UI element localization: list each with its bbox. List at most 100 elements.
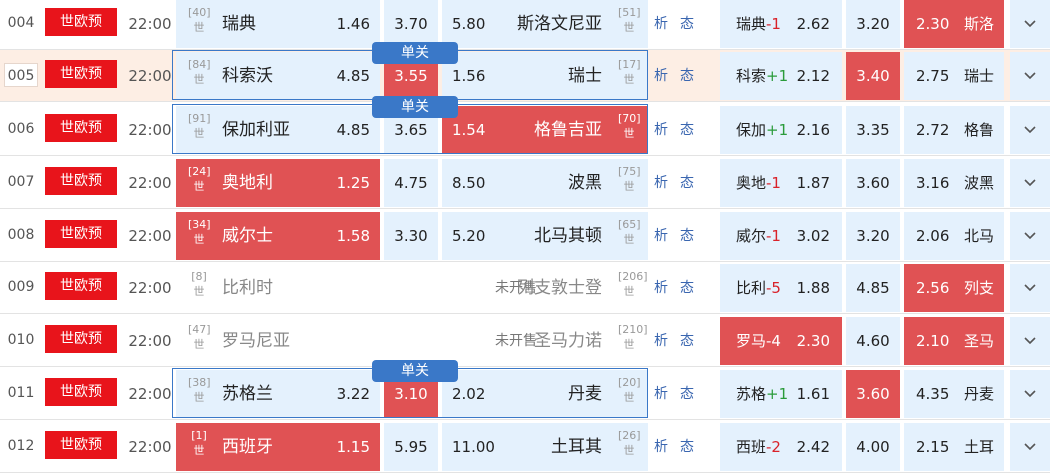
expand-more-button[interactable] [1010, 423, 1050, 471]
chevron-down-icon [1024, 179, 1036, 187]
handicap-away-cell[interactable]: 2.10 圣马 [904, 317, 1004, 365]
away-odds-cell[interactable]: 5.80 斯洛文尼亚 [51] 世 [442, 0, 648, 48]
away-rank: [206] 世 [618, 270, 648, 298]
handicap-draw-cell[interactable]: 3.60 [846, 370, 900, 418]
handicap-draw-cell[interactable]: 4.60 [846, 317, 900, 365]
league-badge[interactable]: 世欧预 [45, 167, 117, 195]
analysis-link[interactable]: 析 [654, 439, 668, 455]
handicap-away-cell[interactable]: 2.72 格鲁 [904, 106, 1004, 154]
match-number: 004 [7, 15, 35, 31]
handicap-away-cell[interactable]: 2.30 斯洛 [904, 0, 1004, 48]
status-link[interactable]: 态 [680, 228, 694, 244]
league-badge[interactable]: 世欧预 [45, 272, 117, 300]
analysis-link[interactable]: 析 [654, 280, 668, 296]
home-win-odds: 1.25 [336, 174, 370, 192]
analysis-link[interactable]: 析 [654, 68, 668, 84]
home-odds-cell[interactable]: [84] 世 科索沃 4.85 [176, 52, 380, 100]
home-odds-cell[interactable]: [40] 世 瑞典 1.46 [176, 0, 380, 48]
away-odds-cell[interactable]: 5.20 北马其顿 [65] 世 [442, 212, 648, 260]
analysis-link[interactable]: 析 [654, 386, 668, 402]
handicap-draw-cell[interactable]: 3.60 [846, 159, 900, 207]
analysis-link[interactable]: 析 [654, 228, 668, 244]
handicap-home-cell[interactable]: 保加+1 2.16 [720, 106, 842, 154]
away-odds-cell[interactable]: 8.50 波黑 [75] 世 [442, 159, 648, 207]
handicap-draw-cell[interactable]: 3.20 [846, 212, 900, 260]
handicap-draw-cell[interactable]: 3.40 [846, 52, 900, 100]
status-link[interactable]: 态 [680, 386, 694, 402]
expand-more-button[interactable] [1010, 317, 1050, 365]
league-badge[interactable]: 世欧预 [45, 114, 117, 142]
away-odds-cell[interactable]: 1.54 格鲁吉亚 [70] 世 [442, 106, 648, 154]
handicap-away-cell[interactable]: 2.15 土耳 [904, 423, 1004, 471]
status-link[interactable]: 态 [680, 439, 694, 455]
league-badge[interactable]: 世欧预 [45, 220, 117, 248]
handicap-home-cell[interactable]: 瑞典-1 2.62 [720, 0, 842, 48]
match-row: 007 世欧预 22:00 [24] 世 奥地利 1.25 4.75 8.50 … [0, 157, 1050, 209]
match-number: 007 [7, 174, 35, 190]
league-badge[interactable]: 世欧预 [45, 60, 117, 88]
home-team-name: 科索沃 [222, 66, 273, 86]
status-link[interactable]: 态 [680, 16, 694, 32]
analysis-link[interactable]: 析 [654, 16, 668, 32]
away-odds-cell[interactable]: 2.02 丹麦 [20] 世 [442, 370, 648, 418]
handicap-away-cell[interactable]: 3.16 波黑 [904, 159, 1004, 207]
league-badge[interactable]: 世欧预 [45, 8, 117, 36]
league-badge[interactable]: 世欧预 [45, 325, 117, 353]
handicap-away-odds: 2.15 [916, 438, 950, 456]
handicap-away-cell[interactable]: 2.75 瑞士 [904, 52, 1004, 100]
home-odds-cell[interactable]: [34] 世 威尔士 1.58 [176, 212, 380, 260]
handicap-home-cell[interactable]: 比利-5 1.88 [720, 264, 842, 312]
handicap-home-cell[interactable]: 罗马-4 2.30 [720, 317, 842, 365]
status-link[interactable]: 态 [680, 122, 694, 138]
home-win-odds: 1.58 [336, 227, 370, 245]
expand-more-button[interactable] [1010, 106, 1050, 154]
handicap-away-cell[interactable]: 2.56 列支 [904, 264, 1004, 312]
league-badge[interactable]: 世欧预 [45, 431, 117, 459]
match-time: 22:00 [128, 438, 172, 456]
handicap-away-cell[interactable]: 4.35 丹麦 [904, 370, 1004, 418]
handicap-away-cell[interactable]: 2.06 北马 [904, 212, 1004, 260]
away-team-name: 斯洛文尼亚 [517, 14, 602, 34]
home-rank: [84] 世 [188, 58, 211, 86]
draw-odds-cell[interactable]: 5.95 [384, 423, 438, 471]
home-odds-cell[interactable]: [1] 世 西班牙 1.15 [176, 423, 380, 471]
expand-more-button[interactable] [1010, 159, 1050, 207]
home-odds-cell[interactable]: [91] 世 保加利亚 4.85 [176, 106, 380, 154]
expand-more-button[interactable] [1010, 0, 1050, 48]
handicap-draw-cell[interactable]: 4.00 [846, 423, 900, 471]
away-odds-cell[interactable]: 11.00 土耳其 [26] 世 [442, 423, 648, 471]
away-odds-cell[interactable]: 1.56 瑞士 [17] 世 [442, 52, 648, 100]
home-odds-cell[interactable]: [38] 世 苏格兰 3.22 [176, 370, 380, 418]
draw-odds-cell[interactable]: 3.30 [384, 212, 438, 260]
handicap-draw-cell[interactable]: 3.20 [846, 0, 900, 48]
home-rank: [40] 世 [188, 6, 211, 34]
analysis-link[interactable]: 析 [654, 122, 668, 138]
expand-more-button[interactable] [1010, 264, 1050, 312]
handicap-home-cell[interactable]: 苏格+1 1.61 [720, 370, 842, 418]
expand-more-button[interactable] [1010, 52, 1050, 100]
status-link[interactable]: 态 [680, 280, 694, 296]
handicap-home-cell[interactable]: 奥地-1 1.87 [720, 159, 842, 207]
expand-more-button[interactable] [1010, 212, 1050, 260]
status-link[interactable]: 态 [680, 68, 694, 84]
home-team-name: 罗马尼亚 [222, 331, 290, 351]
league-badge[interactable]: 世欧预 [45, 378, 117, 406]
away-rank: [75] 世 [618, 165, 641, 193]
handicap-team: 苏格 [736, 385, 767, 403]
home-odds-cell[interactable]: [24] 世 奥地利 1.25 [176, 159, 380, 207]
status-link[interactable]: 态 [680, 175, 694, 191]
handicap-value: -5 [766, 279, 781, 297]
handicap-home-cell[interactable]: 科索+1 2.12 [720, 52, 842, 100]
handicap-home-cell[interactable]: 西班-2 2.42 [720, 423, 842, 471]
expand-more-button[interactable] [1010, 370, 1050, 418]
handicap-draw-cell[interactable]: 4.85 [846, 264, 900, 312]
analysis-link[interactable]: 析 [654, 333, 668, 349]
draw-odds-cell[interactable]: 4.75 [384, 159, 438, 207]
analysis-link[interactable]: 析 [654, 175, 668, 191]
handicap-away-odds: 4.35 [916, 385, 950, 403]
handicap-home-cell[interactable]: 威尔-1 3.02 [720, 212, 842, 260]
handicap-draw-cell[interactable]: 3.35 [846, 106, 900, 154]
handicap-team: 科索 [736, 67, 767, 85]
status-link[interactable]: 态 [680, 333, 694, 349]
draw-odds-cell[interactable]: 3.70 [384, 0, 438, 48]
